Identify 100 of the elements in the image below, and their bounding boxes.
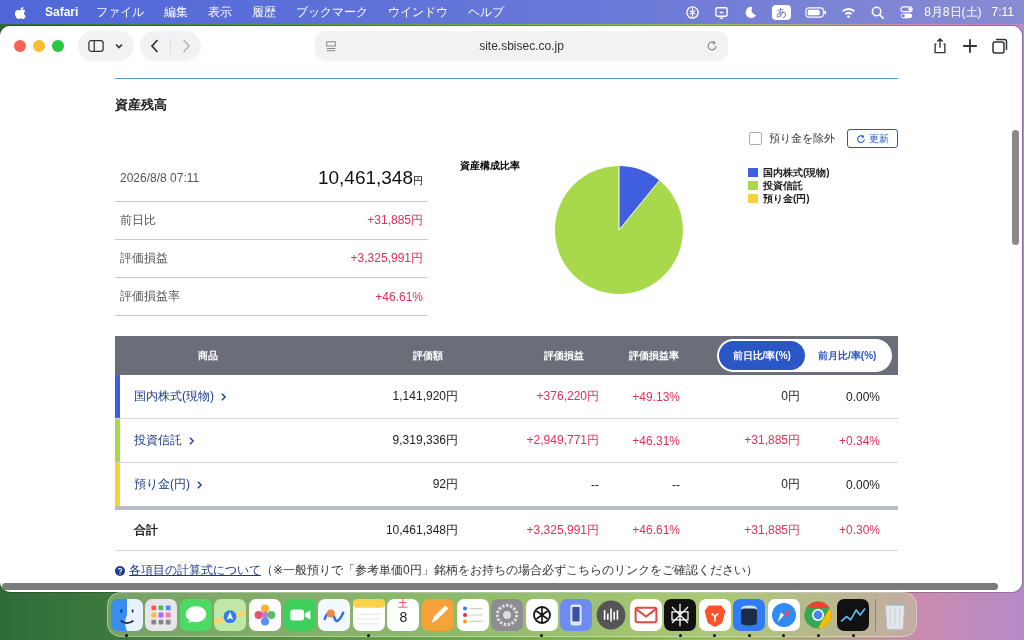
product-link[interactable]: 国内株式(現物) [134, 388, 214, 405]
envelope-icon[interactable] [629, 598, 662, 631]
note-text: （※一般預りで「参考単価0円」銘柄をお持ちの場合必ずこちらのリンクをご確認ください） [261, 562, 758, 579]
menu-item[interactable]: ブックマーク [296, 3, 369, 21]
equalizer-icon[interactable] [594, 598, 627, 631]
product-link[interactable]: 預り金(円) [134, 476, 190, 493]
as-of-date: 2026/8/8 07:11 [120, 170, 200, 185]
caret-icon[interactable] [114, 41, 124, 51]
reload-icon[interactable] [706, 40, 718, 52]
menu-item[interactable]: ウインドウ [388, 3, 449, 21]
chevron-icon[interactable] [188, 435, 195, 446]
table-cell-text: +49.13% [631, 389, 681, 404]
refresh-button[interactable]: 更新 [847, 129, 898, 148]
menu-item[interactable]: ヘルプ [468, 3, 505, 21]
flower-icon[interactable] [248, 598, 281, 631]
input-mode-indicator[interactable]: あ [772, 4, 792, 20]
app-menu[interactable]: Safari [45, 5, 79, 19]
knot-icon[interactable] [525, 598, 558, 631]
summary-label: 評価損益 [120, 250, 168, 267]
calendar-icon[interactable] [387, 598, 420, 631]
legend-label: 預り金(円) [763, 191, 810, 206]
table-cell-text: 0.00% [844, 389, 881, 404]
table-cell-text: +0.34% [837, 433, 881, 448]
display-icon[interactable] [714, 4, 730, 20]
chat-bubble-icon[interactable] [179, 598, 212, 631]
ring-icon[interactable] [802, 598, 835, 631]
refresh-icon [856, 133, 866, 144]
table-cell-text: 10,461,348円 [384, 521, 459, 539]
table-cell-text: +46.61% [631, 523, 681, 537]
legend-label: 投資信託 [763, 178, 803, 193]
moon-icon[interactable] [743, 4, 759, 20]
column-header: 評価損益率 [628, 348, 680, 363]
help-icon [115, 565, 125, 576]
summary-label: 前日比 [120, 212, 156, 229]
menu-item[interactable]: 編集 [164, 3, 189, 21]
menu-item[interactable]: 履歴 [252, 3, 277, 21]
table-cell-text: 0円 [780, 388, 801, 405]
table-cell-text: 0円 [780, 476, 801, 493]
chart-title: 資産構成比率 [460, 159, 521, 173]
phone-icon[interactable] [560, 598, 593, 631]
table-cell-text: 92円 [431, 476, 459, 493]
list-icon[interactable] [456, 598, 489, 631]
jar-icon[interactable] [733, 598, 766, 631]
table-cell-text: +46.31% [631, 433, 681, 448]
help-link[interactable]: 各項目の計算式について [129, 562, 261, 579]
grid-icon[interactable] [145, 598, 178, 631]
table-cell-text: 9,319,336円 [391, 432, 459, 449]
calendar-weekday: 土 [398, 599, 409, 609]
table-cell-text: +0.30% [837, 523, 881, 537]
summary-value: +46.61% [375, 289, 423, 304]
chevron-icon[interactable] [196, 479, 203, 490]
pen-icon[interactable] [421, 598, 454, 631]
legend-label: 国内株式(現物) [763, 165, 830, 180]
scrollbar-thumb[interactable] [1012, 130, 1019, 245]
back-icon[interactable] [150, 38, 160, 54]
column-header: 商品 [196, 348, 219, 363]
horizontal-scrollbar[interactable] [2, 583, 998, 590]
face-icon[interactable] [110, 598, 143, 631]
column-header: 評価額 [412, 348, 444, 363]
chevron-icon[interactable] [220, 391, 227, 402]
column-header: 評価損益 [543, 348, 585, 363]
tabs-icon[interactable] [992, 38, 1008, 54]
scribble-icon[interactable] [318, 598, 351, 631]
product-link[interactable]: 投資信託 [134, 432, 182, 449]
address-bar[interactable]: site.sbisec.co.jp [315, 31, 728, 61]
compass-icon[interactable] [767, 598, 800, 631]
share-icon[interactable] [932, 38, 948, 54]
checkbox[interactable] [749, 132, 762, 145]
page-menu-icon[interactable] [325, 40, 337, 52]
asterisk-icon[interactable] [664, 598, 697, 631]
menu-bar-time[interactable]: 7:11 [991, 5, 1014, 19]
search-icon[interactable] [870, 4, 886, 20]
plus-icon[interactable] [962, 38, 978, 54]
table-cell-text: -- [590, 477, 600, 492]
segment-tab[interactable]: 前日比/率(%) [719, 341, 805, 370]
table-cell-text: +2,949,771円 [525, 432, 600, 449]
summary-value: +3,325,991円 [350, 250, 423, 267]
menu-item[interactable]: ファイル [96, 3, 145, 21]
window-controls-icon[interactable] [14, 40, 64, 52]
checkbox-label[interactable]: 預り金を除外 [769, 131, 835, 146]
notepad-icon[interactable] [352, 598, 385, 631]
battery-icon[interactable] [805, 5, 828, 19]
summary-value: +31,885円 [367, 212, 423, 229]
apple-icon[interactable] [14, 4, 27, 20]
menu-bar-date[interactable]: 8月8日(土) [924, 3, 982, 21]
table-cell-text: +31,885円 [743, 432, 801, 449]
line-chart-icon[interactable] [837, 598, 870, 631]
table-cell-text: +3,325,991円 [525, 521, 600, 539]
summary-label: 評価損益率 [120, 288, 180, 305]
total-label: 合計 [133, 521, 159, 539]
table-cell-text: -- [671, 477, 681, 492]
table-cell-text: 1,141,920円 [391, 388, 459, 405]
table-cell-text: +376,220円 [535, 388, 600, 405]
table-cell-text: 0.00% [844, 477, 881, 492]
video-camera-icon[interactable] [283, 598, 316, 631]
calendar-day: 8 [399, 610, 408, 625]
section-title: 資産残高 [115, 96, 168, 114]
menu-item[interactable]: 表示 [208, 3, 233, 21]
sidebar-icon[interactable] [88, 38, 104, 54]
toggles-icon[interactable] [899, 4, 915, 20]
